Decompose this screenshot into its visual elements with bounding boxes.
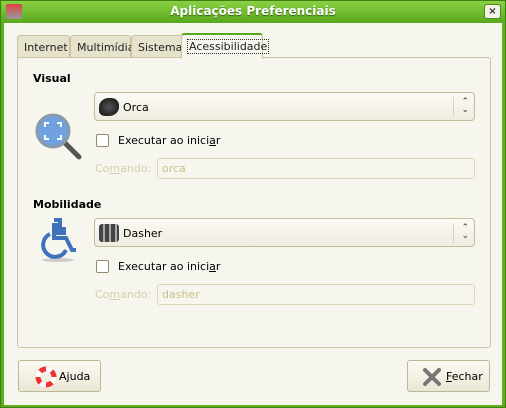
combo-value: Dasher [123,227,163,240]
title-bar[interactable]: Aplicações Preferenciais × [1,1,505,23]
lifebuoy-icon [35,366,57,388]
tab-panel: Visual Orca ⌃ ⌄ Executar ao iniciar Coman… [17,57,491,348]
tab-acessibilidade[interactable]: Acessibilidade [181,33,270,59]
dialog-body: Internet Multimídia Sistema Acessibilida… [4,23,502,405]
chevron-updown-icon: ⌃ ⌄ [461,97,469,115]
visual-run-at-start-label[interactable]: Executar ao iniciar [118,134,220,147]
window: Aplicações Preferenciais × Internet Mult… [0,0,506,408]
help-button[interactable]: Ajuda [18,360,101,392]
tab-multimidia[interactable]: Multimídia [70,35,135,58]
mobility-command-label: Comando: [95,288,152,301]
dasher-icon [99,224,119,242]
visual-run-at-start-checkbox[interactable] [96,134,109,147]
close-label: Fechar [446,370,483,383]
tab-label: Internet [24,41,68,54]
tab-internet[interactable]: Internet [17,35,70,58]
wheelchair-icon [41,218,76,262]
chevron-updown-icon: ⌃ ⌄ [461,223,469,241]
mobility-run-at-start-label[interactable]: Executar ao iniciar [118,260,220,273]
mobility-app-combo[interactable]: Dasher ⌃ ⌄ [94,218,475,247]
divider [453,223,454,243]
visual-command-label: Comando: [95,162,152,175]
combo-value: Orca [123,101,149,114]
tab-label: Sistema [138,41,183,54]
orca-icon [99,98,119,116]
visual-command-input[interactable]: orca [157,158,475,179]
window-title: Aplicações Preferenciais [170,4,336,18]
close-x-icon [423,368,441,386]
close-button[interactable]: Fechar [407,360,490,392]
window-close-button[interactable]: × [484,4,501,19]
tab-label: Acessibilidade [187,39,270,54]
mobility-heading: Mobilidade [33,198,102,211]
visual-app-combo[interactable]: Orca ⌃ ⌄ [94,92,475,121]
help-label: Ajuda [59,370,91,383]
mobility-run-at-start-checkbox[interactable] [96,260,109,273]
magnifier-icon [35,113,82,160]
visual-heading: Visual [33,72,71,85]
divider [453,97,454,117]
mobility-command-input[interactable]: dasher [157,284,475,305]
tab-label: Multimídia [77,41,135,54]
tab-sistema[interactable]: Sistema [131,35,184,58]
